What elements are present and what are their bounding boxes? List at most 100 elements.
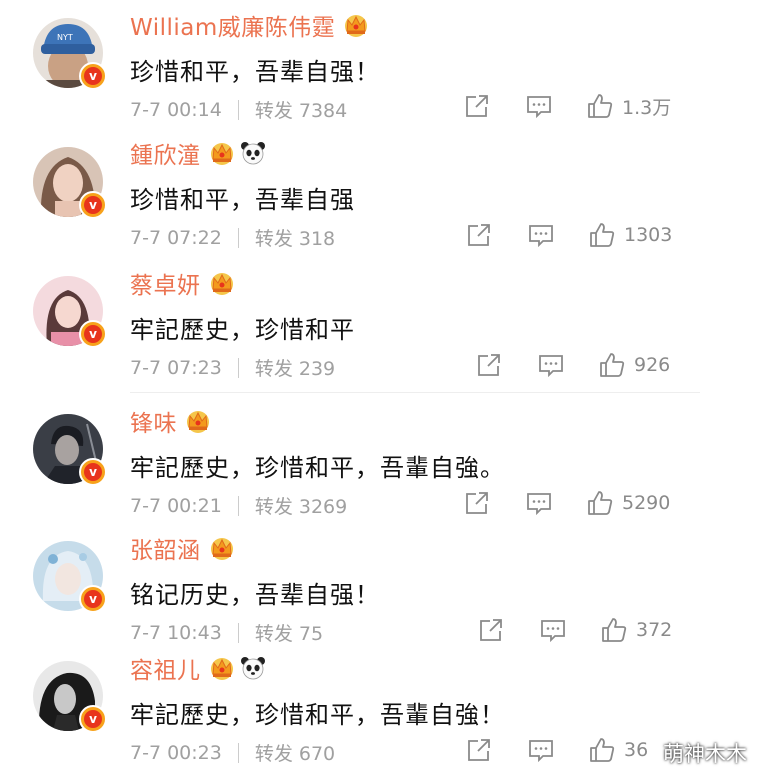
comment-icon bbox=[529, 740, 553, 763]
like-button[interactable]: 1303 bbox=[588, 221, 672, 249]
share-button[interactable] bbox=[466, 222, 492, 248]
comment-time: 7-7 07:23 bbox=[130, 356, 222, 379]
username[interactable]: 锋味 bbox=[130, 404, 177, 438]
weibo-comment-list: NYT v William威廉陈伟霆 珍惜和平，吾辈自强！ 7-7 00:14 … bbox=[0, 0, 757, 778]
like-button[interactable]: 36 bbox=[588, 736, 648, 764]
crown-icon bbox=[210, 273, 233, 295]
comment-icon bbox=[539, 355, 563, 378]
verified-badge: v bbox=[79, 62, 107, 90]
verified-badge: v bbox=[79, 705, 107, 733]
comment-meta: 7-7 07:23 转发 239 bbox=[130, 354, 335, 381]
repost-count[interactable]: 转发 3269 bbox=[255, 492, 347, 519]
comment-meta: 7-7 07:22 转发 318 bbox=[130, 224, 335, 251]
avatar-container[interactable]: v bbox=[33, 661, 107, 733]
share-icon bbox=[480, 619, 502, 641]
share-button[interactable] bbox=[476, 352, 502, 378]
panda-icon bbox=[240, 657, 265, 680]
avatar-container[interactable]: v bbox=[33, 541, 107, 613]
repost-count[interactable]: 转发 7384 bbox=[255, 96, 347, 123]
share-icon bbox=[468, 224, 490, 246]
verified-badge: v bbox=[79, 191, 107, 219]
comment-text: 铭记历史，吾辈自强！ bbox=[130, 581, 380, 609]
comment-time: 7-7 00:14 bbox=[130, 98, 222, 121]
username-row: 锋味 bbox=[130, 404, 213, 438]
comment-button[interactable] bbox=[538, 352, 564, 378]
meta-divider bbox=[237, 357, 239, 378]
svg-text:NYT: NYT bbox=[57, 33, 73, 42]
comment-text: 牢記歷史，珍惜和平，吾輩自強。 bbox=[130, 454, 505, 482]
comment-icon bbox=[541, 620, 565, 643]
verified-badge: v bbox=[79, 458, 107, 486]
repost-count[interactable]: 转发 318 bbox=[255, 224, 335, 251]
repost-count[interactable]: 转发 75 bbox=[255, 619, 323, 646]
username-row: 蔡卓妍 bbox=[130, 266, 237, 300]
like-count: 36 bbox=[624, 739, 649, 761]
like-count: 1303 bbox=[624, 224, 673, 246]
avatar-container[interactable]: v bbox=[33, 414, 107, 486]
username[interactable]: William威廉陈伟霆 bbox=[130, 8, 335, 42]
like-button[interactable]: 1.3万 bbox=[586, 92, 671, 120]
comment-text: 珍惜和平，吾辈自强！ bbox=[130, 58, 380, 86]
comment-button[interactable] bbox=[526, 93, 552, 119]
thumbs-up-icon bbox=[588, 94, 613, 118]
username-row: William威廉陈伟霆 bbox=[130, 8, 371, 42]
meta-divider bbox=[237, 495, 239, 516]
avatar-container[interactable]: NYT v bbox=[33, 18, 107, 90]
comment-time: 7-7 10:43 bbox=[130, 621, 222, 644]
comment-text: 牢記歷史，珍惜和平 bbox=[130, 316, 355, 344]
thumbs-up-icon bbox=[602, 618, 627, 642]
comment-icon bbox=[529, 225, 553, 248]
comment-button[interactable] bbox=[528, 222, 554, 248]
avatar-container[interactable]: v bbox=[33, 147, 107, 219]
thumbs-up-icon bbox=[588, 491, 613, 515]
like-count: 1.3万 bbox=[622, 96, 672, 119]
comment-text: 牢記歷史，珍惜和平，吾輩自強！ bbox=[130, 701, 505, 729]
comment-icon bbox=[527, 96, 551, 119]
share-icon bbox=[468, 739, 490, 761]
comment-text: 珍惜和平，吾辈自强 bbox=[130, 186, 355, 214]
section-divider bbox=[130, 392, 700, 393]
username[interactable]: 鍾欣潼 bbox=[130, 136, 201, 170]
comment-button[interactable] bbox=[540, 617, 566, 643]
username-row: 张韶涵 bbox=[130, 531, 237, 565]
like-button[interactable]: 926 bbox=[598, 351, 670, 379]
comment-time: 7-7 00:23 bbox=[130, 741, 222, 764]
comment-button[interactable] bbox=[526, 490, 552, 516]
username[interactable]: 容祖儿 bbox=[130, 651, 201, 685]
like-count: 5290 bbox=[622, 492, 671, 514]
like-count: 372 bbox=[636, 619, 673, 641]
crown-icon bbox=[210, 143, 233, 165]
comment-button[interactable] bbox=[528, 737, 554, 763]
like-button[interactable]: 5290 bbox=[586, 489, 670, 517]
repost-count[interactable]: 转发 670 bbox=[255, 739, 335, 766]
share-icon bbox=[478, 354, 500, 376]
thumbs-up-icon bbox=[590, 223, 615, 247]
meta-divider bbox=[237, 227, 239, 248]
like-count: 926 bbox=[634, 354, 671, 376]
username[interactable]: 张韶涵 bbox=[130, 531, 201, 565]
meta-divider bbox=[237, 742, 239, 763]
share-button[interactable] bbox=[464, 93, 490, 119]
thumbs-up-icon bbox=[600, 353, 625, 377]
username-row: 鍾欣潼 bbox=[130, 136, 266, 170]
comment-meta: 7-7 00:14 转发 7384 bbox=[130, 96, 347, 123]
share-button[interactable] bbox=[466, 737, 492, 763]
crown-icon bbox=[187, 411, 209, 433]
like-button[interactable]: 372 bbox=[600, 616, 672, 644]
comment-icon bbox=[527, 493, 551, 516]
avatar-container[interactable]: v bbox=[33, 276, 107, 348]
username[interactable]: 蔡卓妍 bbox=[130, 266, 201, 300]
panda-icon bbox=[240, 142, 265, 165]
share-icon bbox=[466, 492, 488, 514]
share-button[interactable] bbox=[478, 617, 504, 643]
username-row: 容祖儿 bbox=[130, 651, 266, 685]
comment-meta: 7-7 10:43 转发 75 bbox=[130, 619, 323, 646]
verified-badge: v bbox=[79, 320, 107, 348]
comment-time: 7-7 07:22 bbox=[130, 226, 222, 249]
comment-meta: 7-7 00:23 转发 670 bbox=[130, 739, 335, 766]
crown-icon bbox=[210, 538, 233, 560]
crown-icon bbox=[345, 15, 368, 37]
comment-time: 7-7 00:21 bbox=[130, 494, 222, 517]
share-button[interactable] bbox=[464, 490, 490, 516]
repost-count[interactable]: 转发 239 bbox=[255, 354, 335, 381]
